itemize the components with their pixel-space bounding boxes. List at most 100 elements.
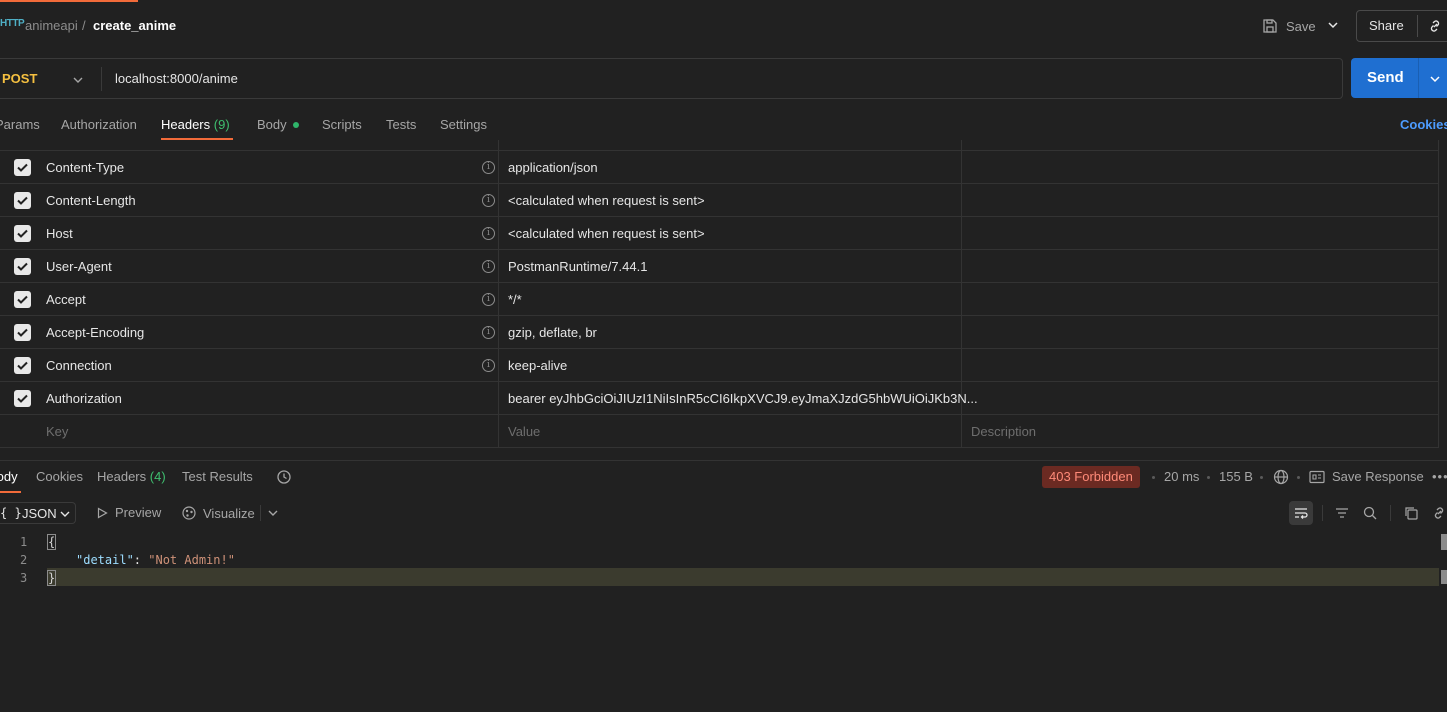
table-row [0, 118, 1439, 151]
header-enabled-checkbox[interactable] [14, 192, 31, 209]
preview-button[interactable]: Preview [96, 505, 161, 520]
http-icon: HTTP [0, 18, 25, 29]
scrollbar-marker[interactable] [1441, 570, 1447, 584]
table-row: Accept i */* [0, 283, 1439, 316]
top-bar: HTTP animeapi / create_anime Save Share [0, 0, 1447, 52]
header-value[interactable]: bearer eyJhbGciOiJIUzI1NiIsInR5cCI6IkpXV… [508, 391, 978, 406]
chevron-down-icon[interactable] [72, 74, 84, 86]
new-key-input[interactable]: Key [46, 424, 68, 439]
check-icon [17, 361, 28, 370]
save-button[interactable]: Save [1262, 14, 1316, 38]
info-icon[interactable]: i [482, 293, 495, 306]
check-icon [17, 196, 28, 205]
header-key[interactable]: Host [46, 226, 73, 241]
response-time[interactable]: 20 ms [1164, 469, 1199, 484]
visualize-icon [182, 506, 196, 520]
wrap-lines-button[interactable] [1289, 501, 1313, 525]
check-icon [17, 163, 28, 172]
breadcrumb-collection[interactable]: animeapi [25, 18, 78, 33]
response-headers-label: Headers [97, 469, 147, 484]
more-options-icon[interactable]: ••• [1432, 469, 1447, 484]
table-row: Host i <calculated when request is sent> [0, 217, 1439, 250]
check-icon [17, 328, 28, 337]
separator-dot [1260, 476, 1263, 479]
share-label: Share [1369, 18, 1404, 33]
response-tab-cookies[interactable]: Cookies [36, 469, 83, 484]
json-colon: : [133, 553, 149, 567]
request-name[interactable]: create_anime [93, 18, 176, 33]
header-enabled-checkbox[interactable] [14, 390, 31, 407]
filter-icon[interactable] [1334, 505, 1350, 521]
header-value[interactable]: application/json [508, 160, 598, 175]
header-enabled-checkbox[interactable] [14, 225, 31, 242]
check-icon [17, 295, 28, 304]
header-enabled-checkbox[interactable] [14, 258, 31, 275]
copy-icon[interactable] [1403, 505, 1419, 521]
header-value[interactable]: PostmanRuntime/7.44.1 [508, 259, 647, 274]
chevron-down-icon[interactable] [267, 507, 279, 519]
method-select[interactable]: POST [2, 71, 37, 86]
header-key[interactable]: Content-Type [46, 160, 124, 175]
braces-icon: { } [0, 506, 22, 520]
share-button[interactable]: Share [1356, 10, 1447, 42]
url-input[interactable]: localhost:8000/anime [115, 71, 238, 86]
header-key[interactable]: Content-Length [46, 193, 136, 208]
header-key[interactable]: Accept [46, 292, 86, 307]
header-value[interactable]: keep-alive [508, 358, 567, 373]
response-tab-body[interactable]: Body [0, 469, 18, 484]
json-open-brace: { [46, 534, 57, 550]
header-key[interactable]: Accept-Encoding [46, 325, 144, 340]
response-headers-count: (4) [149, 469, 166, 484]
chevron-down-icon [60, 511, 70, 517]
header-key[interactable]: Authorization [46, 391, 122, 406]
globe-icon[interactable] [1273, 469, 1289, 485]
chevron-down-icon[interactable] [1429, 73, 1441, 85]
header-enabled-checkbox[interactable] [14, 357, 31, 374]
header-key[interactable]: User-Agent [46, 259, 112, 274]
link-icon[interactable] [1431, 505, 1447, 521]
check-icon [17, 394, 28, 403]
header-key[interactable]: Connection [46, 358, 112, 373]
play-icon [97, 506, 108, 519]
header-value[interactable]: <calculated when request is sent> [508, 193, 705, 208]
header-enabled-checkbox[interactable] [14, 159, 31, 176]
active-tab-accent [0, 0, 138, 2]
info-icon[interactable]: i [482, 359, 495, 372]
table-row: Accept-Encoding i gzip, deflate, br [0, 316, 1439, 349]
send-label: Send [1367, 69, 1404, 86]
header-value[interactable]: gzip, deflate, br [508, 325, 597, 340]
response-tab-headers[interactable]: Headers (4) [97, 469, 166, 484]
visualize-button[interactable]: Visualize [181, 505, 255, 521]
header-value[interactable]: */* [508, 292, 522, 307]
line-number: 1 [20, 535, 28, 549]
send-button[interactable]: Send [1351, 58, 1447, 98]
visualize-label: Visualize [203, 505, 255, 521]
response-divider [0, 460, 1447, 461]
response-size[interactable]: 155 B [1219, 469, 1253, 484]
new-description-input[interactable]: Description [971, 424, 1036, 439]
status-badge[interactable]: 403 Forbidden [1042, 466, 1140, 488]
header-enabled-checkbox[interactable] [14, 324, 31, 341]
format-select[interactable]: { } JSON [0, 502, 76, 524]
info-icon[interactable]: i [482, 326, 495, 339]
header-value[interactable]: <calculated when request is sent> [508, 226, 705, 241]
save-response-button[interactable]: Save Response [1332, 469, 1424, 484]
info-icon[interactable]: i [482, 227, 495, 240]
history-icon[interactable] [276, 469, 292, 485]
info-icon[interactable]: i [482, 260, 495, 273]
search-icon[interactable] [1362, 505, 1378, 521]
info-icon[interactable]: i [482, 161, 495, 174]
header-enabled-checkbox[interactable] [14, 291, 31, 308]
json-close-brace: } [46, 570, 57, 586]
info-icon[interactable]: i [482, 194, 495, 207]
current-line-highlight [47, 568, 1439, 586]
response-tab-test-results[interactable]: Test Results [182, 469, 253, 484]
scrollbar-marker[interactable] [1441, 534, 1447, 550]
json-value: "Not Admin!" [148, 553, 235, 567]
headers-table: Content-Type i application/json Content-… [0, 140, 1439, 448]
table-row-new: Key Value Description [0, 415, 1439, 448]
link-icon[interactable] [1427, 18, 1443, 34]
table-row: Authorization bearer eyJhbGciOiJIUzI1NiI… [0, 382, 1439, 415]
new-value-input[interactable]: Value [508, 424, 540, 439]
chevron-down-icon[interactable] [1326, 18, 1340, 32]
